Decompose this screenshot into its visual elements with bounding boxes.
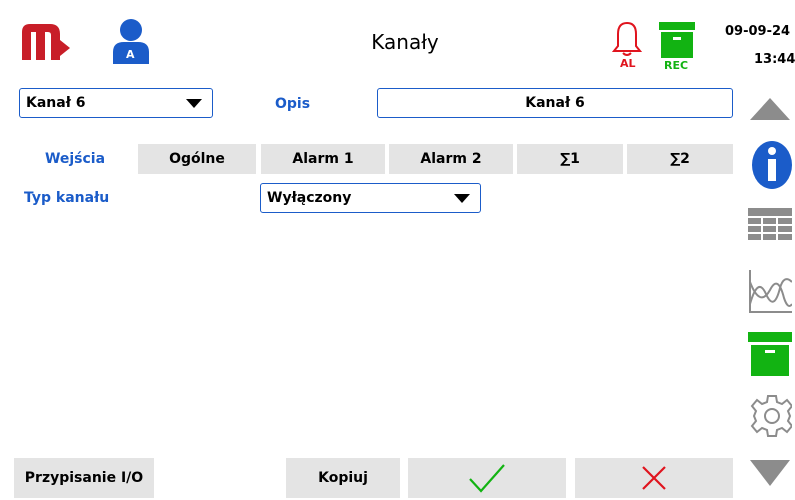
tab-ogolne[interactable]: Ogólne	[138, 144, 256, 174]
tab-sum-1[interactable]: ∑1	[517, 144, 623, 174]
tab-wejscia[interactable]: Wejścia	[19, 144, 131, 174]
chevron-down-icon	[454, 194, 470, 203]
logo-m-icon[interactable]	[20, 22, 72, 62]
channel-type-select[interactable]: Wyłączony	[260, 183, 481, 213]
user-icon[interactable]: A	[110, 18, 152, 64]
chevron-down-icon	[186, 99, 202, 108]
archive-icon[interactable]	[748, 330, 792, 378]
tab-sum-2[interactable]: ∑2	[627, 144, 733, 174]
description-value: Kanał 6	[525, 95, 585, 111]
alarm-indicator[interactable]: AL	[611, 20, 643, 72]
channel-type-value: Wyłączony	[267, 190, 352, 206]
scroll-down-icon[interactable]	[748, 458, 792, 488]
alarm-bell-icon	[611, 21, 643, 56]
table-view-icon[interactable]	[748, 208, 792, 244]
channel-type-label: Typ kanału	[24, 190, 110, 206]
channel-select-value: Kanał 6	[26, 95, 86, 111]
cancel-button[interactable]	[575, 458, 733, 498]
settings-gear-icon[interactable]	[748, 392, 794, 440]
description-label: Opis	[275, 96, 311, 112]
tab-alarm-1[interactable]: Alarm 1	[261, 144, 385, 174]
io-assignment-button[interactable]: Przypisanie I/O	[14, 458, 154, 498]
confirm-check-icon	[469, 464, 505, 493]
rec-archive-icon	[659, 22, 695, 58]
user-badge: A	[126, 48, 135, 61]
scroll-up-icon[interactable]	[748, 96, 792, 122]
date-display: 09-09-24	[725, 24, 791, 39]
cancel-x-icon	[642, 466, 666, 490]
rec-indicator[interactable]: REC	[657, 22, 697, 72]
copy-button[interactable]: Kopiuj	[286, 458, 400, 498]
alarm-label: AL	[620, 57, 636, 70]
confirm-button[interactable]	[408, 458, 566, 498]
channel-select[interactable]: Kanał 6	[19, 88, 213, 118]
description-input[interactable]: Kanał 6	[377, 88, 733, 118]
tab-alarm-2[interactable]: Alarm 2	[389, 144, 513, 174]
page-title: Kanały	[371, 30, 439, 54]
rec-label: REC	[664, 59, 689, 72]
trend-chart-icon[interactable]	[748, 268, 793, 314]
time-display: 13:44	[754, 52, 795, 67]
info-icon[interactable]	[748, 140, 792, 190]
